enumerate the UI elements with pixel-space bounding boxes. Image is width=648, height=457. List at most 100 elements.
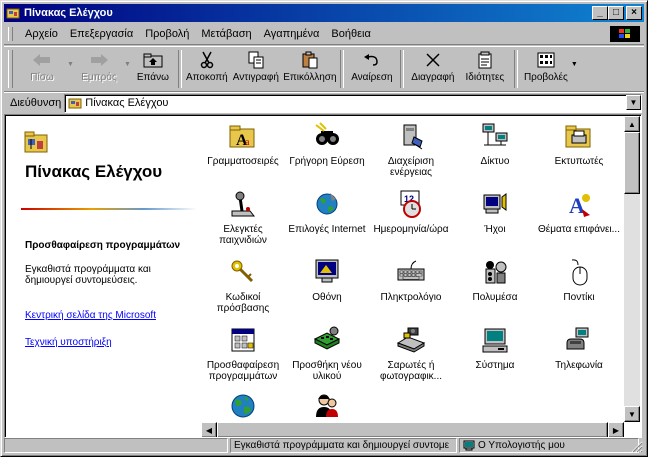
passwords-keys-icon (226, 255, 260, 289)
svg-text:a: a (245, 137, 250, 148)
back-label: Πίσω (30, 72, 54, 83)
fonts-item[interactable]: Aa Γραμματοσειρές (201, 119, 285, 167)
scissors-icon (196, 49, 218, 71)
vertical-scroll-thumb[interactable] (624, 132, 640, 194)
maximize-button[interactable]: □ (608, 6, 624, 20)
internet-options-item[interactable]: Επιλογές Internet (285, 187, 369, 235)
add-new-hardware-item[interactable]: Προσθήκη νέου υλικού (285, 323, 369, 382)
window-title: Πίνακας Ελέγχου (24, 7, 113, 19)
menu-help[interactable]: Βοήθεια (325, 28, 376, 40)
menu-file[interactable]: Αρχείο (19, 28, 64, 40)
printers-item[interactable]: Εκτυπωτές (537, 119, 621, 167)
pane-title: Πίνακας Ελέγχου (25, 162, 163, 181)
microsoft-home-link[interactable]: Κεντρική σελίδα της Microsoft (25, 310, 195, 321)
up-label: Επάνω (136, 72, 169, 83)
horizontal-scroll-thumb[interactable] (217, 422, 608, 437)
desktop-themes-label: Θέματα επιφάνει... (537, 224, 620, 235)
up-button[interactable]: Επάνω (131, 47, 175, 91)
game-controllers-item[interactable]: Ελεγκτές παιχνιδιών (201, 187, 285, 246)
undo-icon (361, 49, 383, 71)
up-folder-icon (142, 49, 164, 71)
close-button[interactable]: × (626, 6, 642, 20)
users-item[interactable] (285, 389, 369, 426)
cut-button[interactable]: Αποκοπή (185, 47, 229, 91)
scanners-cameras-label: Σαρωτές ή φωτογραφικ... (379, 360, 443, 382)
forward-button[interactable]: Εμπρός (74, 47, 124, 91)
horizontal-scrollbar[interactable]: ◀ ▶ (201, 422, 624, 437)
desktop-themes-item[interactable]: A Θέματα επιφάνει... (537, 187, 621, 235)
status-zone: Ο Υπολογιστής μου (478, 440, 565, 451)
menu-go[interactable]: Μετάβαση (195, 28, 257, 40)
menu-edit[interactable]: Επεξεργασία (64, 28, 139, 40)
undo-button[interactable]: Αναίρεση (347, 47, 397, 91)
multimedia-icon (478, 255, 512, 289)
scroll-left-button[interactable]: ◀ (201, 422, 217, 437)
find-fast-icon (310, 119, 344, 153)
passwords-item[interactable]: Κωδικοί πρόσβασης (201, 255, 285, 314)
status-bar: Εγκαθιστά προγράμματα και δημιουργεί συν… (4, 438, 644, 454)
toolbar-grip[interactable] (8, 50, 13, 88)
undo-label: Αναίρεση (351, 72, 393, 83)
sounds-item[interactable]: Ήχοι (453, 187, 537, 235)
scanners-cameras-item[interactable]: Σαρωτές ή φωτογραφικ... (369, 323, 453, 382)
minimize-button[interactable]: _ (592, 6, 608, 20)
display-item[interactable]: Οθόνη (285, 255, 369, 303)
views-dropdown-icon[interactable]: ▼ (571, 61, 578, 68)
copy-button[interactable]: Αντιγραφή (229, 47, 283, 91)
properties-icon (474, 49, 496, 71)
address-value: Πίνακας Ελέγχου (85, 97, 169, 109)
menu-grip[interactable] (8, 27, 13, 41)
add-remove-programs-item[interactable]: Προσθαφαίρεση προγραμμάτων (201, 323, 285, 382)
scroll-up-button[interactable]: ▲ (624, 116, 640, 132)
find-fast-item[interactable]: Γρήγορη Εύρεση (285, 119, 369, 167)
address-input[interactable]: Πίνακας Ελέγχου ▼ (64, 93, 642, 113)
back-dropdown-icon[interactable]: ▼ (67, 61, 74, 68)
control-panel-window: Πίνακας Ελέγχου _ □ × Αρχείο Επεξεργασία… (0, 0, 648, 457)
content-area: Πίνακας Ελέγχου Προσθαφαίρεση προγραμμάτ… (4, 114, 642, 438)
toolbar-separator (339, 50, 344, 88)
keyboard-label: Πληκτρολόγιο (380, 292, 442, 303)
desktop-themes-icon: A (562, 187, 596, 221)
resize-grip-icon[interactable] (631, 441, 643, 453)
views-button[interactable]: Προβολές (521, 47, 571, 91)
power-management-item[interactable]: Διαχείριση ενέργειας (369, 119, 453, 178)
network-item[interactable]: Δίκτυο (453, 119, 537, 167)
address-bar: Διεύθυνση Πίνακας Ελέγχου ▼ (4, 92, 644, 113)
properties-button[interactable]: Ιδιότητες (459, 47, 511, 91)
date-time-label: Ημερομηνία/ώρα (373, 224, 449, 235)
system-item[interactable]: Σύστημα (453, 323, 537, 371)
menu-view[interactable]: Προβολή (139, 28, 195, 40)
paste-icon (299, 49, 321, 71)
forward-label: Εμπρός (81, 72, 117, 83)
copy-label: Αντιγραφή (232, 72, 279, 83)
menu-favorites[interactable]: Αγαπημένα (258, 28, 326, 40)
paste-button[interactable]: Επικόλληση (283, 47, 337, 91)
forward-dropdown-icon[interactable]: ▼ (124, 61, 131, 68)
views-icon (535, 49, 557, 71)
web-view-pane: Πίνακας Ελέγχου Προσθαφαίρεση προγραμμάτ… (7, 117, 197, 435)
selected-item-description: Εγκαθιστά προγράμματα και δημιουργεί συν… (25, 264, 151, 286)
cut-label: Αποκοπή (186, 72, 228, 83)
power-management-label: Διαχείριση ενέργειας (387, 156, 435, 178)
keyboard-item[interactable]: Πληκτρολόγιο (369, 255, 453, 303)
mouse-item[interactable]: Ποντίκι (537, 255, 621, 303)
date-time-item[interactable]: 12 Ημερομηνία/ώρα (369, 187, 453, 235)
paste-label: Επικόλληση (283, 72, 337, 83)
back-button[interactable]: Πίσω (17, 47, 67, 91)
delete-button[interactable]: Διαγραφή (407, 47, 459, 91)
vertical-scrollbar[interactable]: ▲ ▼ (624, 116, 640, 422)
scroll-right-button[interactable]: ▶ (608, 422, 624, 437)
tech-support-link[interactable]: Τεχνική υποστήριξη (25, 337, 195, 348)
multimedia-item[interactable]: Πολυμέσα (453, 255, 537, 303)
address-dropdown-button[interactable]: ▼ (626, 94, 641, 110)
regional-settings-item[interactable] (201, 389, 285, 426)
internet-options-icon (310, 187, 344, 221)
power-management-icon (394, 119, 428, 153)
regional-settings-globe-icon (226, 389, 260, 423)
title-bar[interactable]: Πίνακας Ελέγχου _ □ × (4, 4, 644, 22)
telephony-item[interactable]: Τηλεφωνία (537, 323, 621, 371)
scroll-down-button[interactable]: ▼ (624, 406, 640, 422)
internet-options-label: Επιλογές Internet (288, 224, 366, 235)
selected-item-title: Προσθαφαίρεση προγραμμάτων (25, 240, 181, 251)
my-computer-icon (463, 440, 475, 451)
